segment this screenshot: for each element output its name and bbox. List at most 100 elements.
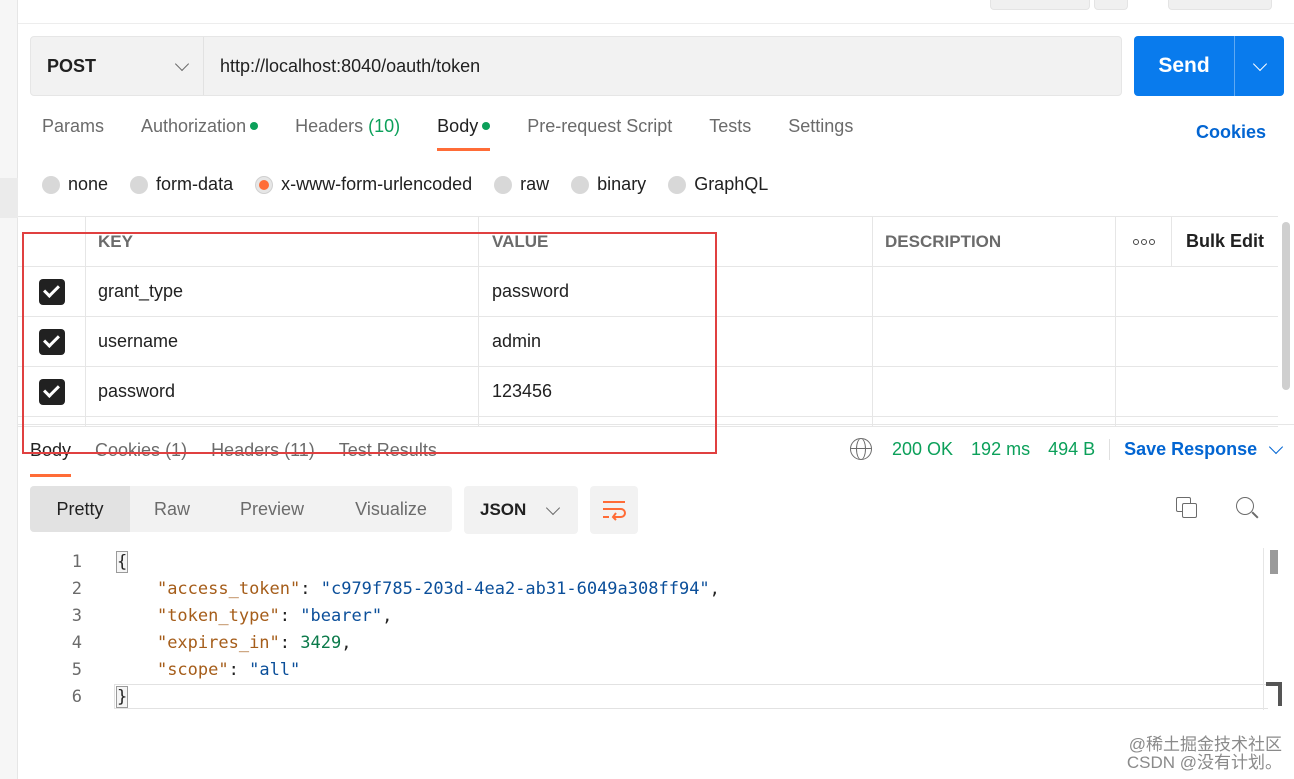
tab-settings[interactable]: Settings	[788, 116, 853, 151]
view-visualize[interactable]: Visualize	[330, 486, 452, 532]
response-code-editor[interactable]: 1{ 2 "access_token": "c979f785-203d-4ea2…	[18, 548, 1268, 710]
line-number: 5	[71, 659, 82, 680]
table-scrollbar[interactable]	[1282, 222, 1290, 390]
radio-none-label: none	[68, 174, 109, 194]
tab-pre-request-script[interactable]: Pre-request Script	[527, 116, 672, 151]
status-code[interactable]: 200 OK	[892, 439, 953, 460]
radio-icon	[668, 175, 687, 194]
tab-body[interactable]: Body	[437, 116, 491, 151]
code-line: 2 "access_token": "c979f785-203d-4ea2-ab…	[18, 575, 1268, 602]
tab-body-label: Body	[437, 116, 479, 136]
description-cell[interactable]	[873, 367, 1116, 416]
response-size[interactable]: 494 B	[1048, 438, 1111, 460]
line-number: 4	[71, 632, 82, 653]
response-tab-body[interactable]: Body	[30, 440, 72, 477]
chevron-down-icon	[174, 56, 190, 71]
copy-icon[interactable]	[1176, 497, 1200, 521]
bulk-edit-button[interactable]: Bulk Edit	[1172, 217, 1278, 266]
radio-raw-label: raw	[520, 174, 550, 194]
value-cell[interactable]: admin	[479, 317, 873, 366]
top-button-1[interactable]	[990, 0, 1090, 10]
left-sidebar-strip	[0, 0, 18, 779]
response-tab-cookies[interactable]: Cookies (1)	[95, 440, 187, 477]
radio-form-data[interactable]: form-data	[130, 174, 233, 195]
row-check-cell	[18, 267, 86, 316]
top-button-3[interactable]	[1168, 0, 1272, 10]
send-label: Send	[1158, 54, 1210, 77]
format-select[interactable]: JSON	[464, 486, 578, 534]
send-button[interactable]: Send	[1134, 36, 1284, 96]
cookies-link[interactable]: Cookies	[1196, 122, 1266, 143]
radio-x-www-form-urlencoded[interactable]: x-www-form-urlencoded	[255, 174, 472, 195]
json-key: "expires_in"	[156, 632, 280, 653]
more-dots-icon	[1132, 238, 1155, 245]
params-table: KEY VALUE DESCRIPTION Bulk Edit grant_ty…	[18, 216, 1278, 427]
method-label: POST	[47, 55, 97, 76]
key-cell[interactable]: grant_type	[86, 267, 479, 316]
wrap-lines-button[interactable]	[590, 486, 638, 534]
view-preview[interactable]: Preview	[214, 486, 330, 532]
status-dot-icon	[482, 121, 491, 130]
radio-raw[interactable]: raw	[494, 174, 549, 195]
row-checkbox[interactable]	[38, 378, 65, 405]
response-time[interactable]: 192 ms	[971, 439, 1030, 460]
description-cell[interactable]	[873, 267, 1116, 316]
response-tab-test-results[interactable]: Test Results	[339, 440, 437, 477]
editor-scrollbar[interactable]	[1263, 548, 1283, 710]
radio-none[interactable]: none	[42, 174, 108, 195]
top-bar	[18, 0, 1294, 24]
view-pretty[interactable]: Pretty	[30, 486, 130, 532]
table-row: username admin	[18, 317, 1278, 367]
table-row: grant_type password	[18, 267, 1278, 317]
radio-icon	[130, 175, 149, 194]
more-options-button[interactable]	[1116, 217, 1172, 266]
save-response-label: Save Response	[1124, 438, 1258, 459]
json-string: "bearer"	[300, 605, 383, 626]
json-key: "token_type"	[156, 605, 280, 626]
description-cell[interactable]	[873, 317, 1116, 366]
line-number: 6	[71, 686, 82, 707]
radio-binary[interactable]: binary	[571, 174, 646, 195]
radio-checked-icon	[255, 175, 274, 194]
top-button-2[interactable]	[1094, 0, 1128, 10]
key-cell[interactable]: password	[86, 367, 479, 416]
json-key: "scope"	[156, 659, 229, 680]
row-filler	[1116, 267, 1278, 316]
tab-tests-label: Tests	[709, 116, 752, 136]
radio-binary-label: binary	[597, 174, 647, 194]
radio-icon	[42, 175, 60, 194]
tab-params-label: Params	[42, 116, 105, 136]
tab-tests[interactable]: Tests	[709, 116, 751, 151]
value-cell[interactable]: 123456	[479, 367, 873, 416]
watermark-line-1: @稀土掘金技术社区	[1128, 735, 1282, 754]
response-tab-headers[interactable]: Headers (11)	[211, 440, 315, 477]
value-cell[interactable]: password	[479, 267, 873, 316]
row-checkbox[interactable]	[38, 328, 65, 355]
tab-headers[interactable]: Headers (10)	[295, 116, 400, 151]
response-tabs: Body Cookies (1) Headers (11) Test Resul…	[30, 440, 461, 477]
header-key: KEY	[86, 217, 479, 266]
row-checkbox[interactable]	[38, 278, 65, 305]
url-input[interactable]: http://localhost:8040/oauth/token	[204, 56, 480, 77]
radio-graphql[interactable]: GraphQL	[668, 174, 768, 195]
view-raw[interactable]: Raw	[130, 486, 214, 532]
header-description: DESCRIPTION	[873, 217, 1116, 266]
response-meta: 200 OK 192 ms 494 B Save Response	[850, 438, 1284, 460]
save-response-button[interactable]: Save Response	[1124, 438, 1284, 460]
search-icon[interactable]	[1236, 497, 1260, 521]
send-options-dropdown[interactable]	[1235, 56, 1284, 71]
tab-authorization[interactable]: Authorization	[141, 116, 259, 151]
radio-form-data-label: form-data	[156, 174, 234, 194]
radio-icon	[571, 175, 590, 194]
method-select[interactable]: POST	[31, 37, 204, 95]
watermark: @稀土掘金技术社区 CSDN @没有计划。	[1112, 736, 1282, 772]
code-line: 1{	[18, 548, 1268, 575]
radio-icon	[494, 175, 513, 194]
globe-icon[interactable]	[850, 438, 872, 460]
tab-authorization-label: Authorization	[141, 116, 247, 136]
row-check-cell	[18, 367, 86, 416]
code-line: 5 "scope": "all"	[18, 656, 1268, 683]
tab-params[interactable]: Params	[42, 116, 104, 151]
key-cell[interactable]: username	[86, 317, 479, 366]
sidebar-selected-item[interactable]	[0, 178, 18, 218]
